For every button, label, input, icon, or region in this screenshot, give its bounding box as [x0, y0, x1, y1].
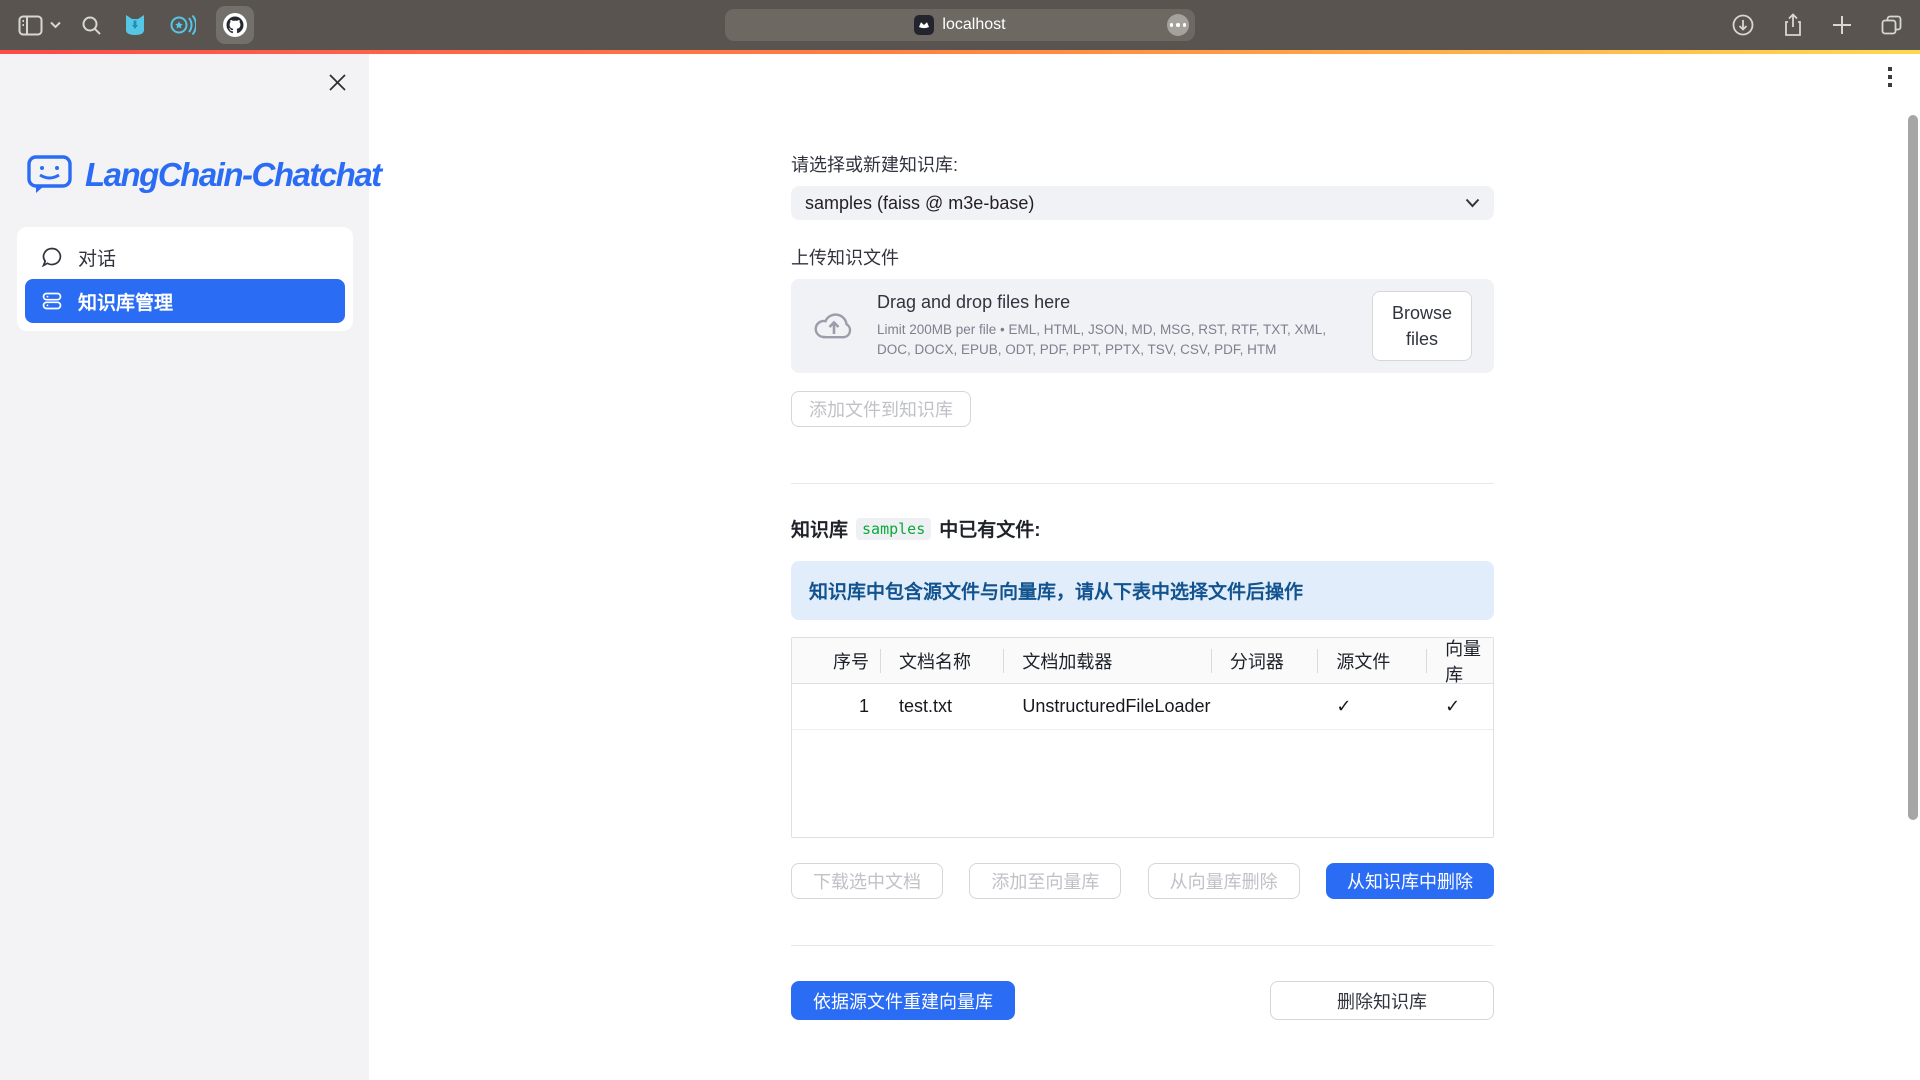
- cell-loader: UnstructuredFileLoader: [1004, 684, 1211, 729]
- app-window: LangChain-Chatchat 对话 知识库管理: [0, 54, 1920, 1080]
- main-area: 请选择或新建知识库: samples (faiss @ m3e-base) 上传…: [369, 54, 1920, 1080]
- add-files-to-kb-button[interactable]: 添加文件到知识库: [791, 391, 971, 427]
- files-table-header: 序号 文档名称 文档加载器 分词器 源文件 向量库: [792, 638, 1493, 684]
- close-icon: [329, 74, 346, 91]
- uploader-texts: Drag and drop files here Limit 200MB per…: [877, 292, 1350, 359]
- cell-source-file-check: ✓: [1318, 684, 1427, 729]
- streamlit-menu-button[interactable]: [1878, 62, 1902, 92]
- arc-extension-icon[interactable]: [168, 12, 196, 38]
- github-extension-icon[interactable]: [216, 6, 254, 44]
- column-header[interactable]: 向量库: [1427, 638, 1493, 683]
- database-icon: [41, 290, 63, 312]
- sidebar-toggle-icon: [18, 15, 43, 36]
- divider: [791, 945, 1494, 946]
- logo-chat-bubble-icon: [26, 154, 73, 196]
- sidebar-nav: 对话 知识库管理: [17, 227, 353, 331]
- kb-selectbox[interactable]: samples (faiss @ m3e-base): [791, 186, 1494, 220]
- delete-from-vector-store-button[interactable]: 从向量库删除: [1148, 863, 1300, 899]
- share-icon[interactable]: [1781, 12, 1805, 38]
- sidebar-close-button[interactable]: [325, 70, 349, 94]
- new-tab-icon[interactable]: [1831, 14, 1853, 36]
- files-table: 序号 文档名称 文档加载器 分词器 源文件 向量库 1 test.txt Uns…: [791, 637, 1494, 838]
- column-header[interactable]: 文档名称: [881, 638, 1004, 683]
- table-empty-area: [792, 730, 1493, 837]
- sidebar-item-label: 对话: [78, 244, 116, 271]
- site-favicon: [914, 15, 934, 35]
- kb-files-heading-prefix: 知识库: [791, 515, 848, 542]
- file-uploader-dropzone[interactable]: Drag and drop files here Limit 200MB per…: [791, 279, 1494, 373]
- page-content: 请选择或新建知识库: samples (faiss @ m3e-base) 上传…: [791, 54, 1494, 1020]
- address-url: localhost: [942, 16, 1005, 34]
- file-action-buttons: 下载选中文档 添加至向量库 从向量库删除 从知识库中删除: [791, 863, 1494, 899]
- kb-select-label: 请选择或新建知识库:: [791, 151, 1494, 177]
- column-header[interactable]: 序号: [792, 638, 881, 683]
- cell-file-name: test.txt: [881, 684, 1004, 729]
- add-to-vector-store-button[interactable]: 添加至向量库: [969, 863, 1121, 899]
- kb-name-code: samples: [856, 518, 931, 540]
- sidebar-item-label: 知识库管理: [78, 288, 173, 315]
- rebuild-vector-store-button[interactable]: 依据源文件重建向量库: [791, 981, 1015, 1020]
- delete-from-kb-button[interactable]: 从知识库中删除: [1326, 863, 1494, 899]
- browser-toolbar: localhost: [0, 0, 1920, 50]
- uploader-title: Drag and drop files here: [877, 292, 1350, 313]
- scrollbar-thumb[interactable]: [1908, 115, 1918, 820]
- logo-text: LangChain-Chatchat: [85, 156, 381, 194]
- chevron-down-icon: [1465, 198, 1480, 208]
- chevron-down-icon: [50, 21, 61, 29]
- kb-files-heading: 知识库 samples 中已有文件:: [791, 515, 1494, 542]
- delete-kb-button[interactable]: 删除知识库: [1270, 981, 1494, 1020]
- column-header[interactable]: 文档加载器: [1004, 638, 1211, 683]
- column-header[interactable]: 分词器: [1212, 638, 1319, 683]
- cat-extension-icon[interactable]: [122, 12, 148, 38]
- cell-vector-store-check: ✓: [1427, 684, 1493, 729]
- download-selected-button[interactable]: 下载选中文档: [791, 863, 943, 899]
- downloads-icon[interactable]: [1731, 13, 1755, 37]
- kb-action-buttons: 依据源文件重建向量库 删除知识库: [791, 981, 1494, 1020]
- browser-sidebar-toggle[interactable]: [18, 15, 61, 36]
- kb-files-heading-suffix: 中已有文件:: [939, 515, 1040, 542]
- search-icon[interactable]: [81, 15, 102, 36]
- tab-overview-icon[interactable]: [1879, 13, 1904, 37]
- address-bar[interactable]: localhost: [725, 9, 1195, 41]
- cloud-upload-icon: [813, 309, 855, 343]
- cell-index: 1: [792, 684, 881, 729]
- ellipsis-icon[interactable]: [1167, 14, 1189, 36]
- sidebar-item-chat[interactable]: 对话: [25, 235, 345, 279]
- sidebar-item-knowledge-base[interactable]: 知识库管理: [25, 279, 345, 323]
- cell-splitter: [1212, 684, 1319, 729]
- chat-bubble-icon: [41, 246, 63, 268]
- uploader-limit-text: Limit 200MB per file • EML, HTML, JSON, …: [877, 320, 1350, 359]
- table-row[interactable]: 1 test.txt UnstructuredFileLoader ✓ ✓: [792, 684, 1493, 730]
- app-logo: LangChain-Chatchat: [26, 154, 381, 196]
- browse-files-button[interactable]: Browse files: [1372, 291, 1472, 361]
- column-header[interactable]: 源文件: [1318, 638, 1427, 683]
- info-alert: 知识库中包含源文件与向量库，请从下表中选择文件后操作: [791, 561, 1494, 620]
- sidebar: LangChain-Chatchat 对话 知识库管理: [0, 54, 369, 1080]
- kb-selectbox-value: samples (faiss @ m3e-base): [805, 193, 1465, 214]
- upload-label: 上传知识文件: [791, 244, 1494, 270]
- divider: [791, 483, 1494, 484]
